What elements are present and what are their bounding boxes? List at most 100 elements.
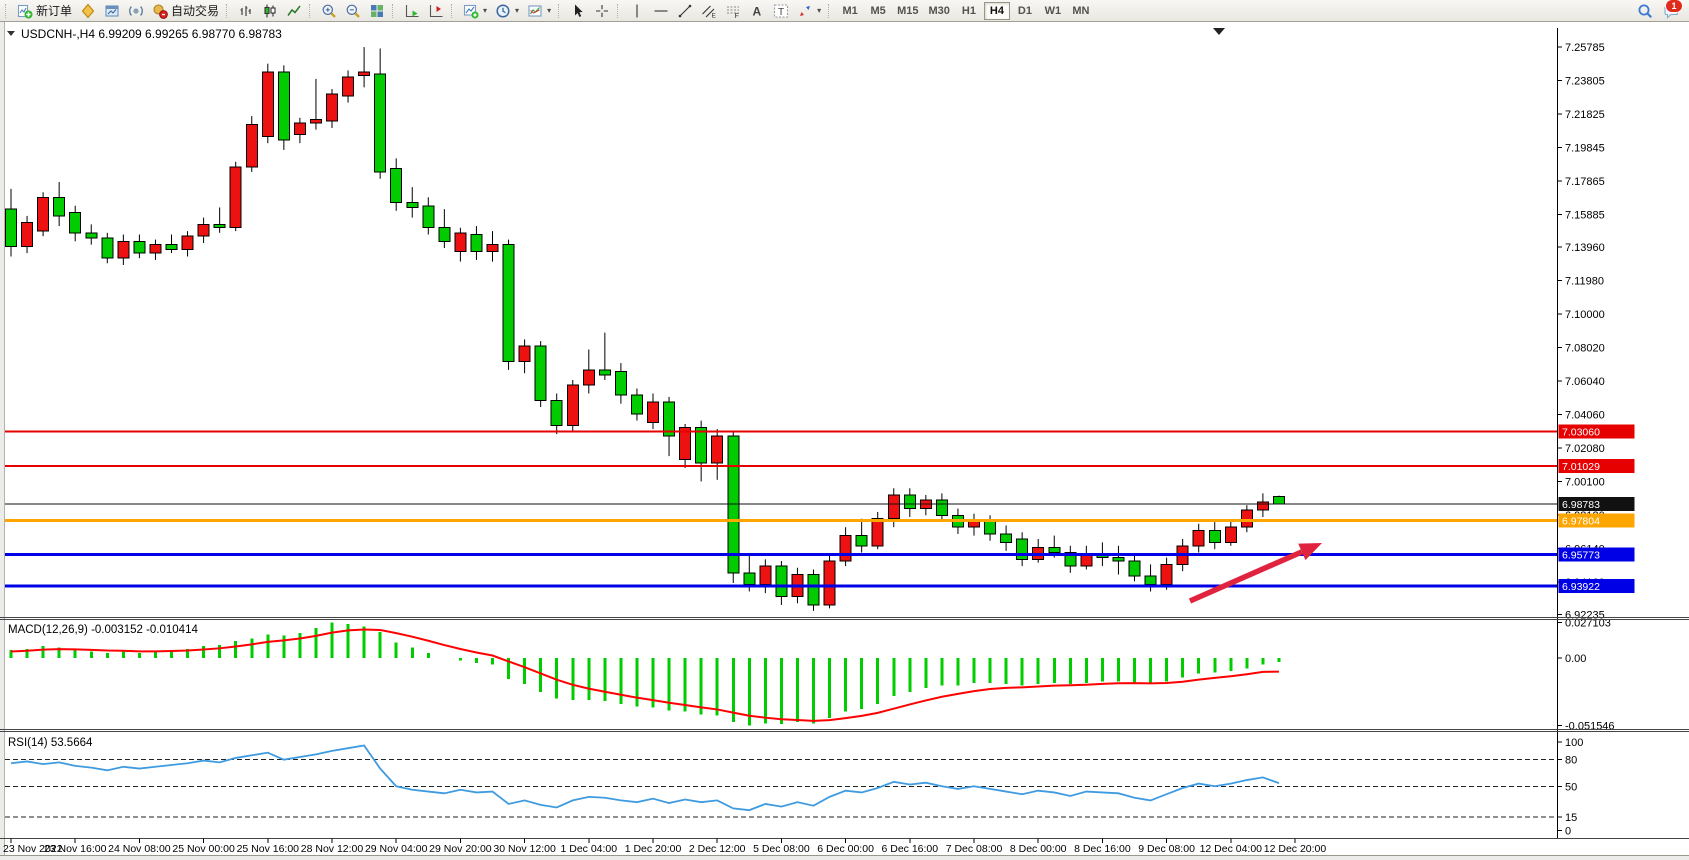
metaeditor-button[interactable] [76, 1, 100, 21]
toolbar-group-scroll [389, 0, 448, 22]
chart-shift-icon [428, 3, 444, 19]
price-tick-label: 7.15885 [1565, 209, 1605, 221]
arrows-button[interactable]: ▾ [793, 1, 825, 21]
timeframe-h4-button[interactable]: H4 [984, 2, 1010, 20]
text-icon: A [749, 3, 765, 19]
time-label: 12 Dec 04:00 [1200, 843, 1263, 855]
candle-up [1161, 564, 1172, 584]
metaeditor-icon [80, 3, 96, 19]
crosshair-button[interactable] [590, 1, 614, 21]
arrows-icon [797, 3, 813, 19]
candle-down [1129, 561, 1140, 576]
time-label: 25 Nov 16:00 [237, 843, 300, 855]
signals-button[interactable] [124, 1, 148, 21]
text-button[interactable]: A [745, 1, 769, 21]
toolbar-group-draw-tools: E F A T ▾ [614, 0, 825, 22]
equidistant-channel-button[interactable]: E [697, 1, 721, 21]
candle-up [310, 119, 321, 122]
zoom-in-icon [321, 3, 337, 19]
time-label: 6 Dec 16:00 [881, 843, 938, 855]
price-tick-label: 7.19845 [1565, 142, 1605, 154]
chat-button[interactable]: 1 [1659, 2, 1677, 20]
candle-down [808, 575, 819, 605]
chart-shift-button[interactable] [424, 1, 448, 21]
time-label: 28 Nov 12:00 [301, 843, 364, 855]
zoom-out-icon [345, 3, 361, 19]
auto-scroll-icon [404, 3, 420, 19]
fibonacci-icon: F [725, 3, 741, 19]
new-chart-button[interactable]: ▾ [459, 1, 491, 21]
rsi-scale-label: 50 [1565, 781, 1577, 793]
candle-down [776, 566, 787, 596]
candle-up [359, 72, 370, 75]
chart-window-button[interactable] [100, 1, 124, 21]
candle-up [118, 241, 129, 258]
candle-down [535, 346, 546, 400]
toolbar-group-new-objects: ▾▾▾ [448, 0, 555, 22]
candle-up [567, 385, 578, 426]
timeframe-mn-button[interactable]: MN [1068, 2, 1094, 20]
svg-text:F: F [735, 13, 739, 19]
cursor-button[interactable] [566, 1, 590, 21]
candle-up [519, 346, 530, 361]
candle-down [1209, 531, 1220, 543]
candle-up [888, 495, 899, 519]
chart-canvas[interactable]: 7.257857.238057.218257.198457.178657.158… [0, 22, 1689, 860]
bar-chart-button[interactable] [234, 1, 258, 21]
rsi-scale-label: 80 [1565, 755, 1577, 767]
new-order-icon [17, 3, 33, 19]
periods-button[interactable]: ▾ [491, 1, 523, 21]
timeframe-m5-button[interactable]: M5 [865, 2, 891, 20]
price-tag-value: 7.01029 [1562, 461, 1600, 473]
auto-scroll-button[interactable] [400, 1, 424, 21]
price-tick-label: 7.25785 [1565, 42, 1605, 54]
time-label: 23 Nov 16:00 [44, 843, 107, 855]
time-label: 29 Nov 04:00 [365, 843, 428, 855]
templates-button[interactable]: ▾ [523, 1, 555, 21]
toolbar-group-zoom [306, 0, 389, 22]
zoom-in-button[interactable] [317, 1, 341, 21]
autotrading-icon [152, 3, 168, 19]
price-tick-label: 7.04060 [1565, 410, 1605, 422]
zoom-out-button[interactable] [341, 1, 365, 21]
tile-windows-button[interactable] [365, 1, 389, 21]
channel-icon: E [701, 3, 717, 19]
line-chart-button[interactable] [282, 1, 306, 21]
price-tag-6.93922: 6.93922 [1559, 579, 1635, 593]
svg-text:E: E [712, 12, 717, 19]
timeframe-d1-button[interactable]: D1 [1012, 2, 1038, 20]
timeframe-m30-button[interactable]: M30 [925, 2, 954, 20]
candle-down [904, 495, 915, 509]
timeframe-m1-button[interactable]: M1 [837, 2, 863, 20]
price-tick-label: 7.13960 [1565, 242, 1605, 254]
trendline-button[interactable] [673, 1, 697, 21]
vertical-line-button[interactable] [625, 1, 649, 21]
candle-down [54, 197, 65, 216]
time-label: 25 Nov 00:00 [172, 843, 235, 855]
time-label: 29 Nov 20:00 [429, 843, 492, 855]
svg-text:T: T [778, 7, 784, 18]
candle-up [583, 370, 594, 385]
fibonacci-button[interactable]: F [721, 1, 745, 21]
candle-up [1257, 502, 1268, 510]
search-button[interactable] [1633, 2, 1651, 20]
signals-icon [128, 3, 144, 19]
autotrading-label: 自动交易 [171, 2, 219, 19]
candle-down [728, 436, 739, 573]
autotrading-button[interactable]: 自动交易 [148, 1, 223, 21]
price-tick-label: 7.00100 [1565, 476, 1605, 488]
time-label: 5 Dec 08:00 [753, 843, 810, 855]
time-label: 2 Dec 12:00 [689, 843, 746, 855]
horizontal-line-button[interactable] [649, 1, 673, 21]
text-label-button[interactable]: T [769, 1, 793, 21]
bottom-window-edge [0, 856, 1689, 860]
candle-down [551, 400, 562, 425]
candle-down [599, 370, 610, 375]
new-order-button[interactable]: 新订单 [13, 1, 76, 21]
time-label: 8 Dec 00:00 [1010, 843, 1067, 855]
timeframe-h1-button[interactable]: H1 [956, 2, 982, 20]
candlestick-chart-button[interactable] [258, 1, 282, 21]
timeframe-w1-button[interactable]: W1 [1040, 2, 1066, 20]
candle-down [70, 213, 81, 233]
timeframe-m15-button[interactable]: M15 [893, 2, 922, 20]
